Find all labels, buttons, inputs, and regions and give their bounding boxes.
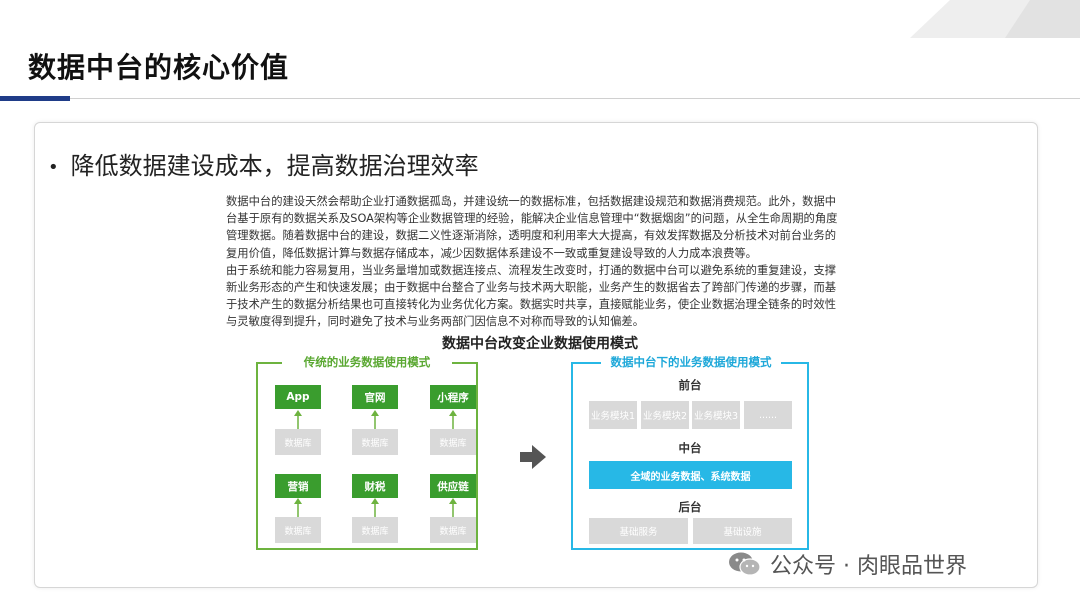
wechat-icon <box>729 552 761 576</box>
website-box: 官网 <box>352 385 398 409</box>
up-arrow-icon <box>371 410 379 430</box>
watermark-text: 公众号 · 肉眼品世界 <box>770 554 967 579</box>
database-box: 数据库 <box>430 429 476 455</box>
database-box: 数据库 <box>430 517 476 543</box>
database-box: 数据库 <box>275 517 321 543</box>
front-layer-label: 前台 <box>678 378 702 392</box>
middle-layer-label: 中台 <box>678 441 702 455</box>
database-box: 数据库 <box>275 429 321 455</box>
global-data-bar: 全域的业务数据、系统数据 <box>589 461 792 489</box>
data-middle-platform-title: 数据中台下的业务数据使用模式 <box>601 354 781 370</box>
marketing-box: 营销 <box>275 474 321 498</box>
corner-decoration <box>910 0 1080 38</box>
bullet-text: 降低数据建设成本，提高数据治理效率 <box>70 152 479 180</box>
supply-chain-box: 供应链 <box>430 474 476 498</box>
up-arrow-icon <box>449 410 457 430</box>
body-text: 数据中台的建设天然会帮助企业打通数据孤岛，并建设统一的数据标准，包括数据建设规范… <box>226 193 844 331</box>
paragraph-2: 由于系统和能力容易复用，当业务量增加或数据连接点、流程发生改变时，打通的数据中台… <box>226 263 837 329</box>
paragraph-1: 数据中台的建设天然会帮助企业打通数据孤岛，并建设统一的数据标准，包括数据建设规范… <box>226 195 838 260</box>
business-module-box: 业务模块2 <box>641 401 689 429</box>
business-module-box: 业务模块1 <box>589 401 637 429</box>
database-box: 数据库 <box>352 517 398 543</box>
title-divider <box>70 98 1080 99</box>
back-layer-label: 后台 <box>678 500 702 514</box>
bullet-heading: • 降低数据建设成本，提高数据治理效率 <box>48 146 479 181</box>
database-box: 数据库 <box>352 429 398 455</box>
up-arrow-icon <box>449 498 457 518</box>
app-box: App <box>275 385 321 409</box>
basic-service-box: 基础服务 <box>589 518 688 544</box>
up-arrow-icon <box>371 498 379 518</box>
watermark: 公众号 · 肉眼品世界 <box>728 548 967 580</box>
title-accent-bar <box>0 96 70 101</box>
up-arrow-icon <box>294 410 302 430</box>
page-title: 数据中台的核心价值 <box>28 51 290 84</box>
finance-tax-box: 财税 <box>352 474 398 498</box>
content-card <box>34 122 1038 588</box>
infrastructure-box: 基础设施 <box>693 518 792 544</box>
bullet-dot-icon: • <box>48 156 59 178</box>
miniprogram-box: 小程序 <box>430 385 476 409</box>
up-arrow-icon <box>294 498 302 518</box>
traditional-mode-title: 传统的业务数据使用模式 <box>282 354 452 370</box>
transition-arrow-icon <box>520 445 546 469</box>
diagram-title: 数据中台改变企业数据使用模式 <box>442 336 638 352</box>
business-module-box: ...... <box>744 401 792 429</box>
business-module-box: 业务模块3 <box>692 401 740 429</box>
